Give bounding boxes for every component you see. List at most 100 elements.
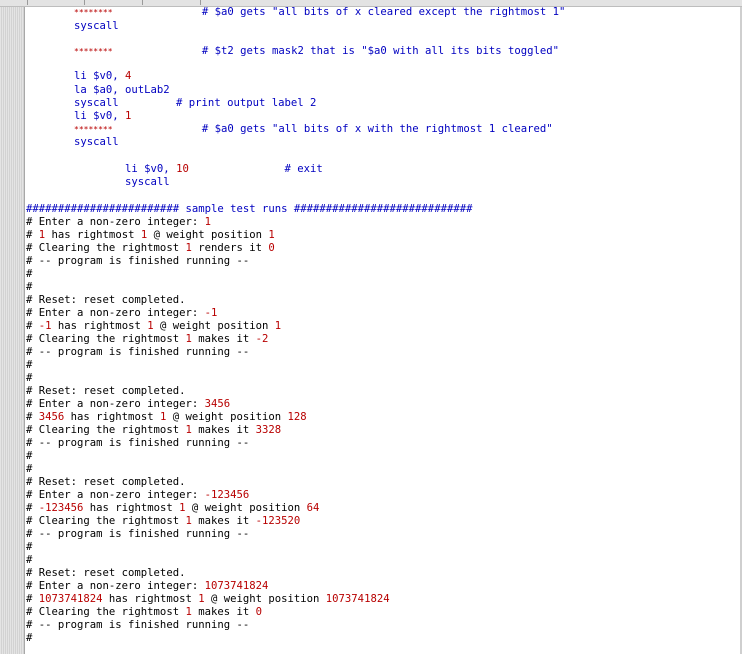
code-line: # -- program is finished running --	[26, 437, 249, 450]
code-token: syscall	[74, 176, 170, 188]
code-token: #	[26, 281, 33, 293]
code-line: #	[26, 632, 32, 645]
code-token: # Enter a non-zero integer:	[26, 216, 205, 228]
code-token: @ weight position	[166, 411, 288, 423]
code-token: ********	[74, 125, 113, 134]
code-line: # Clearing the rightmost 1 makes it 3328	[26, 424, 281, 437]
code-token: @ weight position	[147, 229, 269, 241]
code-token: -123456	[204, 489, 250, 501]
code-line: #	[26, 554, 32, 567]
code-line: # -123456 has rightmost 1 @ weight posit…	[26, 502, 319, 515]
code-line: #	[26, 372, 32, 385]
code-token: has rightmost	[45, 229, 141, 241]
code-token: # -- program is finished running --	[26, 437, 250, 449]
code-token: makes it	[191, 333, 256, 345]
code-line: # Clearing the rightmost 1 makes it -123…	[26, 515, 300, 528]
code-token: makes it	[191, 424, 256, 436]
code-line: # Enter a non-zero integer: 1073741824	[26, 580, 268, 593]
code-token: li $v0,	[74, 110, 126, 122]
code-token: #	[26, 554, 33, 566]
code-token: ********	[74, 47, 113, 56]
code-token: -1	[204, 307, 218, 319]
code-token: 1073741824	[204, 580, 269, 592]
code-line: li $v0, 1	[74, 110, 131, 123]
code-token: ######################## sample test run…	[26, 203, 473, 215]
code-line: syscall # print output label 2	[74, 97, 316, 110]
code-token: # Reset: reset completed.	[26, 567, 186, 579]
code-token: 1073741824	[38, 593, 103, 605]
code-token: # Reset: reset completed.	[26, 294, 186, 306]
code-line: #	[26, 450, 32, 463]
code-line: #	[26, 463, 32, 476]
code-token: 1	[204, 216, 211, 228]
code-line: # Enter a non-zero integer: -123456	[26, 489, 249, 502]
code-line: # Reset: reset completed.	[26, 476, 185, 489]
code-token: #	[26, 320, 39, 332]
code-token: # $a0 gets "all bits of x with the right…	[112, 123, 553, 135]
code-token: syscall	[74, 20, 119, 32]
code-line: # 1073741824 has rightmost 1 @ weight po…	[26, 593, 390, 606]
code-token: syscall	[74, 136, 119, 148]
code-token: #	[26, 268, 33, 280]
code-token: #	[26, 229, 39, 241]
code-token: li $v0,	[74, 70, 126, 82]
code-editor[interactable]: ******** # $a0 gets "all bits of x clear…	[0, 0, 742, 654]
code-token: makes it	[191, 515, 256, 527]
code-line: # Clearing the rightmost 1 makes it 0	[26, 606, 262, 619]
code-token: # Clearing the rightmost	[26, 242, 186, 254]
code-token: #	[26, 541, 33, 553]
code-token: 3456	[204, 398, 231, 410]
code-token: # Enter a non-zero integer:	[26, 489, 205, 501]
code-token: la $a0, outLab2	[74, 84, 170, 96]
code-token: # Clearing the rightmost	[26, 606, 186, 618]
code-token: 1	[274, 320, 282, 332]
code-token: # -- program is finished running --	[26, 346, 250, 358]
code-line: # Reset: reset completed.	[26, 567, 185, 580]
code-token: # Enter a non-zero integer:	[26, 398, 205, 410]
code-token: 3328	[255, 424, 282, 436]
code-line: ######################## sample test run…	[26, 203, 472, 216]
code-token: # Reset: reset completed.	[26, 385, 186, 397]
code-token: #	[26, 632, 33, 644]
code-line: ******** # $t2 gets mask2 that is "$a0 w…	[74, 45, 559, 58]
code-line: la $a0, outLab2	[74, 84, 170, 97]
code-token: 0	[255, 606, 263, 618]
code-line: # Enter a non-zero integer: -1	[26, 307, 217, 320]
code-token: # Clearing the rightmost	[26, 424, 186, 436]
code-token: has rightmost	[64, 411, 160, 423]
code-token: #	[26, 502, 39, 514]
code-token: 1	[125, 110, 132, 122]
code-token: makes it	[191, 606, 256, 618]
code-line: # -- program is finished running --	[26, 619, 249, 632]
code-token: @ weight position	[153, 320, 275, 332]
code-token: # -- program is finished running --	[26, 619, 250, 631]
code-token: #	[26, 372, 33, 384]
code-token: # $a0 gets "all bits of x cleared except…	[112, 6, 566, 18]
code-token: -1	[38, 320, 52, 332]
code-line: # Reset: reset completed.	[26, 294, 185, 307]
code-token: @ weight position	[185, 502, 307, 514]
code-token: #	[26, 411, 39, 423]
code-token: # Clearing the rightmost	[26, 515, 186, 527]
code-line: syscall	[74, 136, 119, 149]
code-line: # -- program is finished running --	[26, 255, 249, 268]
code-token: li $v0,	[74, 163, 177, 175]
code-token: # exit	[188, 163, 323, 175]
code-line: # Enter a non-zero integer: 1	[26, 216, 211, 229]
code-line: # Clearing the rightmost 1 renders it 0	[26, 242, 275, 255]
code-token: # -- program is finished running --	[26, 528, 250, 540]
code-token: #	[26, 359, 33, 371]
code-token: # Clearing the rightmost	[26, 333, 186, 345]
code-line: # Reset: reset completed.	[26, 385, 185, 398]
code-token: 10	[176, 163, 189, 175]
code-token: 1	[268, 229, 275, 241]
code-line: # Enter a non-zero integer: 3456	[26, 398, 230, 411]
code-token: # $t2 gets mask2 that is "$a0 with all i…	[112, 45, 559, 57]
code-line: # -- program is finished running --	[26, 528, 249, 541]
code-token: 1073741824	[325, 593, 390, 605]
code-line: #	[26, 359, 32, 372]
code-line: li $v0, 10 # exit	[74, 163, 323, 176]
code-token: 0	[268, 242, 275, 254]
code-token: #	[26, 463, 33, 475]
code-line: # Clearing the rightmost 1 makes it -2	[26, 333, 268, 346]
